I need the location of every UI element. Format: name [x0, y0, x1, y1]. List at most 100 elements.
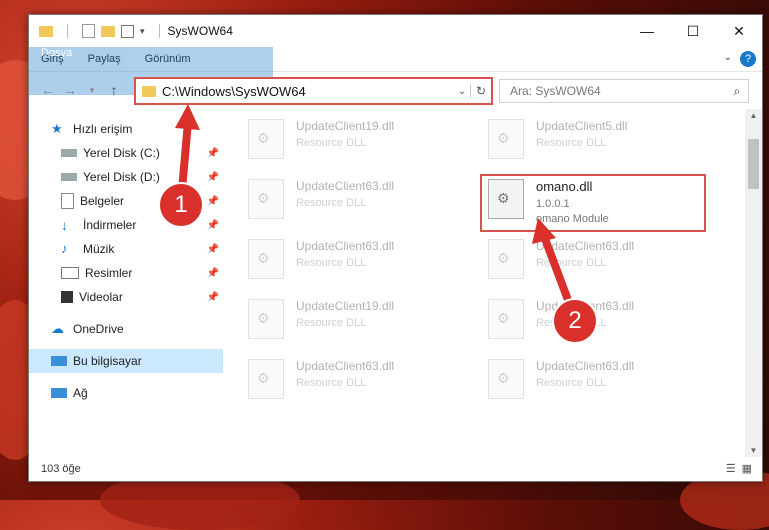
status-bar: 103 öğe ☰ ▦	[29, 457, 762, 481]
item-count: 103 öğe	[41, 463, 81, 475]
close-button[interactable]: ✕	[716, 15, 762, 47]
list-item[interactable]: UpdateClient19.dll Resource DLL	[248, 119, 468, 167]
vertical-scrollbar[interactable]: ▲ ▼	[745, 109, 762, 457]
explorer-window: ▾ SysWOW64 — ☐ ✕ Dosya Giriş Paylaş Görü…	[28, 14, 763, 482]
scroll-thumb[interactable]	[748, 139, 759, 189]
sidebar-item-onedrive[interactable]: ☁ OneDrive	[29, 317, 223, 341]
sidebar-item-videos[interactable]: Videolar 📌	[29, 285, 223, 309]
sidebar-item-label: Yerel Disk (C:)	[83, 146, 160, 160]
file-name: UpdateClient63.dll	[296, 179, 395, 193]
network-icon	[51, 388, 67, 398]
list-item[interactable]: UpdateClient5.dll Resource DLL	[488, 119, 708, 167]
sidebar-item-music[interactable]: ♪ Müzik 📌	[29, 237, 223, 261]
maximize-button[interactable]: ☐	[670, 15, 716, 47]
file-name: UpdateClient63.dll	[296, 239, 395, 253]
videos-icon	[61, 291, 73, 303]
customize-toolbar-icon[interactable]: ▾	[140, 26, 145, 37]
cloud-icon: ☁	[51, 321, 64, 336]
sidebar-item-label: Ağ	[73, 386, 88, 400]
dll-file-icon	[248, 179, 284, 219]
scroll-up-icon[interactable]: ▲	[745, 111, 762, 120]
separator	[67, 24, 68, 38]
file-description: Resource DLL	[296, 257, 367, 269]
sidebar-item-drive-c[interactable]: Yerel Disk (C:) 📌	[29, 141, 223, 165]
refresh-button[interactable]: ↻	[470, 84, 491, 98]
help-icon[interactable]: ?	[740, 51, 756, 67]
list-item[interactable]: UpdateClient19.dll Resource DLL	[248, 299, 468, 347]
pin-icon: 📌	[206, 171, 219, 183]
step-1-badge: 1	[158, 182, 204, 228]
sidebar-item-label: Hızlı erişim	[73, 122, 133, 136]
dll-file-icon	[488, 119, 524, 159]
new-folder-icon[interactable]	[101, 25, 115, 37]
forward-button[interactable]: →	[59, 82, 81, 98]
details-view-icon[interactable]: ☰	[726, 462, 736, 475]
sidebar-item-quick-access[interactable]: ★ Hızlı erişim	[29, 117, 223, 141]
pin-icon: 📌	[206, 219, 219, 231]
minimize-button[interactable]: —	[624, 15, 670, 47]
folder-icon	[39, 25, 53, 37]
sidebar-item-label: Resimler	[85, 266, 133, 280]
pin-icon: 📌	[206, 267, 219, 279]
pin-icon: 📌	[206, 243, 219, 255]
star-icon: ★	[51, 121, 63, 136]
dll-file-icon	[488, 239, 524, 279]
scroll-down-icon[interactable]: ▼	[745, 446, 762, 455]
window-controls: — ☐ ✕	[624, 15, 762, 47]
dll-file-icon	[248, 119, 284, 159]
list-item[interactable]: UpdateClient63.dll Resource DLL	[248, 239, 468, 287]
file-name: UpdateClient63.dll	[536, 359, 635, 373]
address-path[interactable]: C:\Windows\SysWOW64	[162, 84, 454, 99]
recent-locations-icon[interactable]: ▾	[81, 85, 103, 96]
file-description: Resource DLL	[536, 257, 607, 269]
back-button[interactable]: ←	[37, 82, 59, 98]
sidebar-item-network[interactable]: Ağ	[29, 381, 223, 405]
pictures-icon	[61, 267, 79, 279]
dll-file-icon	[248, 299, 284, 339]
list-item[interactable]: UpdateClient63.dllResource DLL	[488, 359, 708, 407]
file-name: UpdateClient19.dll	[296, 119, 395, 133]
download-icon: ↓	[61, 217, 68, 233]
ribbon-tabs: Dosya Giriş Paylaş Görünüm ⌄ ?	[29, 47, 762, 95]
list-item[interactable]: UpdateClient63.dll Resource DLL	[248, 179, 468, 227]
chevron-down-icon[interactable]: ⌄	[454, 86, 470, 97]
properties-icon[interactable]	[82, 24, 95, 38]
file-list: UpdateClient19.dll Resource DLL UpdateCli…	[223, 109, 762, 457]
sidebar-item-label: Yerel Disk (D:)	[83, 170, 160, 184]
computer-icon	[51, 356, 67, 366]
sidebar-item-label: Müzik	[83, 242, 115, 256]
pin-icon: 📌	[206, 291, 219, 303]
search-input[interactable]: Ara: SysWOW64 ⌕	[499, 79, 749, 103]
tiles-view-icon[interactable]: ▦	[742, 462, 752, 475]
highlight-box	[480, 174, 706, 232]
address-bar[interactable]: C:\Windows\SysWOW64 ⌄ ↻	[134, 77, 493, 105]
list-item[interactable]: UpdateClient63.dllResource DLL	[488, 299, 708, 347]
file-name: UpdateClient19.dll	[296, 299, 395, 313]
window-title: SysWOW64	[167, 24, 233, 38]
sidebar-item-this-pc[interactable]: Bu bilgisayar	[29, 349, 223, 373]
file-description: Resource DLL	[296, 317, 367, 329]
documents-icon	[61, 193, 74, 209]
view-switcher: ☰ ▦	[726, 462, 752, 475]
pin-icon: 📌	[206, 195, 219, 207]
file-description: Resource DLL	[296, 197, 367, 209]
drive-icon	[61, 173, 77, 181]
sidebar-item-pictures[interactable]: Resimler 📌	[29, 261, 223, 285]
sidebar-item-label: İndirmeler	[83, 218, 137, 232]
dll-file-icon	[488, 299, 524, 339]
file-description: Resource DLL	[296, 137, 367, 149]
dll-file-icon	[488, 359, 524, 399]
file-name: UpdateClient5.dll	[536, 119, 628, 133]
title-bar: ▾ SysWOW64 — ☐ ✕	[29, 15, 762, 47]
sidebar-item-label: Bu bilgisayar	[73, 354, 142, 368]
up-button[interactable]: ↑	[103, 82, 125, 98]
step-2-badge: 2	[552, 298, 598, 344]
folder-icon	[142, 85, 156, 97]
expand-ribbon-icon[interactable]: ⌄	[724, 52, 732, 63]
sidebar-item-label: Videolar	[79, 290, 123, 304]
sidebar-item-label: OneDrive	[73, 322, 124, 336]
list-item[interactable]: UpdateClient63.dllResource DLL	[488, 239, 708, 287]
list-item[interactable]: UpdateClient63.dllResource DLL	[248, 359, 468, 407]
sidebar-item-label: Belgeler	[80, 194, 125, 208]
view-options-icon[interactable]	[121, 24, 134, 38]
